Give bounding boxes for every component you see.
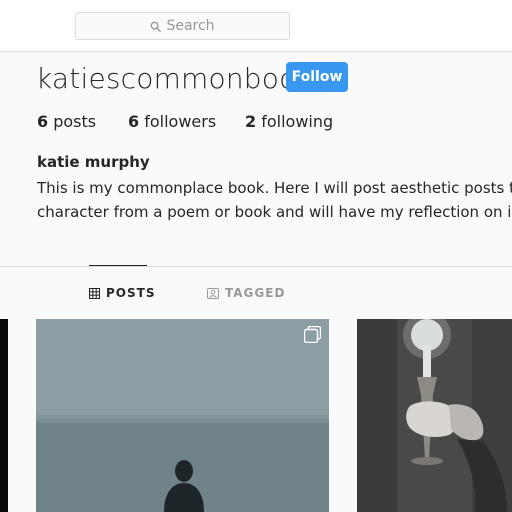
grid-icon [89,287,100,299]
followers-count: 6 [128,112,140,131]
multiple-posts-icon [304,326,321,343]
post-image-sea [36,319,329,512]
tagged-icon [207,287,219,299]
top-nav-bar: Search [0,0,512,52]
tabs-divider [0,266,512,267]
tab-posts-label: POSTS [106,286,156,300]
posts-count-stat[interactable]: 6 posts [37,112,96,131]
post-thumbnail[interactable] [36,319,329,512]
following-count: 2 [245,112,257,131]
posts-count: 6 [37,112,49,131]
post-thumbnail-partial[interactable] [0,319,8,512]
profile-full-name: katie murphy [37,153,150,171]
follow-button[interactable]: Follow [286,62,348,92]
tab-posts[interactable]: POSTS [89,286,155,300]
search-input[interactable]: Search [75,12,290,40]
post-image-candle [357,319,512,512]
profile-bio: This is my commonplace book. Here I will… [37,176,512,224]
search-placeholder: Search [166,18,215,34]
active-tab-indicator [89,265,147,266]
following-label: following [261,112,334,131]
post-thumbnail[interactable] [357,319,512,512]
tab-tagged[interactable]: TAGGED [207,286,285,300]
followers-label: followers [144,112,217,131]
bio-line: This is my commonplace book. Here I will… [37,179,512,197]
following-count-stat[interactable]: 2 following [245,112,333,131]
tab-tagged-label: TAGGED [225,286,286,300]
posts-label: posts [53,112,97,131]
profile-username: katiescommonbook [36,62,313,95]
bio-line: character from a poem or book and will h… [37,203,512,221]
followers-count-stat[interactable]: 6 followers [128,112,216,131]
search-icon [151,21,162,32]
